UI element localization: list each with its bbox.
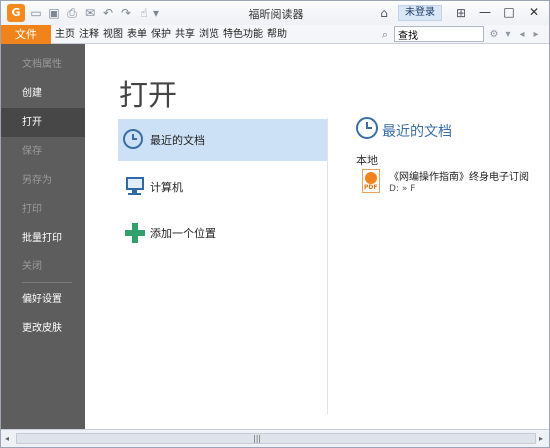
location-recent-documents[interactable]: 最近的文档	[118, 119, 328, 161]
sidebar-item-close: 关闭	[22, 261, 42, 272]
sidebar-item-batch-print[interactable]: 批量打印	[1, 224, 85, 253]
layout-grid-icon[interactable]: ⊞	[452, 4, 470, 22]
maximize-button[interactable]: □	[498, 3, 520, 22]
clock-icon	[356, 117, 378, 139]
page-title: 打开	[119, 78, 178, 112]
panel-divider	[327, 118, 328, 414]
gear-icon[interactable]: ⚙	[487, 27, 501, 42]
chevron-left-icon[interactable]: ◂	[515, 27, 529, 42]
sidebar-item-preferences[interactable]: 偏好设置	[1, 285, 85, 314]
computer-icon	[125, 177, 145, 197]
location-label: 计算机	[150, 181, 183, 194]
sidebar-item-create[interactable]: 创建	[1, 79, 85, 108]
document-path: D: » F	[389, 184, 416, 194]
recent-documents-heading: 最近的文档	[382, 124, 452, 140]
sidebar-item-document-properties: 文档属性	[22, 59, 62, 70]
sidebar-item-print: 打印	[22, 204, 42, 215]
sidebar-item-change-skin[interactable]: 更改皮肤	[1, 314, 85, 343]
location-label: 添加一个位置	[150, 227, 216, 240]
tab-form[interactable]: 表单	[125, 25, 149, 44]
backstage-sidebar: 文档属性 创建 打开 保存 另存为 打印 批量打印 关闭 偏好设置 更改皮肤	[1, 44, 85, 429]
redo-icon[interactable]: ↷	[118, 5, 134, 21]
tab-browse[interactable]: 浏览	[197, 25, 221, 44]
ribbon-tab-row: 文件 主页 注释 视图 表单 保护 共享 浏览 特色功能 帮助 ⌕ ⚙ ▾ ◂ …	[1, 25, 549, 44]
open-panel: 打开 最近的文档 计算机 添加一个位置 最近的文档 本地 PDF 《网编操作指南…	[85, 44, 549, 429]
minimize-button[interactable]: —	[474, 3, 496, 22]
location-computer[interactable]: 计算机	[118, 166, 328, 208]
save-icon[interactable]: ▣	[46, 5, 62, 21]
login-button[interactable]: 未登录	[398, 5, 442, 21]
home-icon[interactable]: ⌂	[375, 4, 393, 22]
pdf-icon: PDF	[362, 169, 380, 193]
app-window: G ▭ ▣ ⎙ ✉ ↶ ↷ ☝ ▾ 福昕阅读器 ⌂ 未登录 ⊞ — □ ✕ 文件…	[0, 0, 550, 448]
search-options-icon[interactable]: ⌕	[377, 27, 393, 42]
tab-features[interactable]: 特色功能	[221, 25, 265, 44]
quick-access-dropdown-icon[interactable]: ▾	[151, 5, 161, 21]
chevron-right-icon[interactable]: ▸	[529, 27, 543, 42]
tab-home[interactable]: 主页	[53, 25, 77, 44]
horizontal-scrollbar[interactable]: |||	[16, 433, 536, 444]
location-label: 最近的文档	[150, 134, 205, 147]
hand-tool-icon[interactable]: ☝	[136, 5, 152, 21]
plus-icon	[125, 223, 145, 243]
chevron-down-icon[interactable]: ▾	[501, 27, 515, 42]
scroll-grip-icon[interactable]: |||	[253, 434, 261, 443]
location-add-place[interactable]: 添加一个位置	[118, 212, 328, 254]
sidebar-item-save-as: 另存为	[22, 175, 52, 186]
scroll-left-icon[interactable]: ◂	[5, 433, 9, 444]
email-icon[interactable]: ✉	[82, 5, 98, 21]
tab-comment[interactable]: 注释	[77, 25, 101, 44]
window-title: 福昕阅读器	[248, 8, 304, 21]
tab-view[interactable]: 视图	[101, 25, 125, 44]
ribbon-menu: 主页 注释 视图 表单 保护 共享 浏览 特色功能 帮助	[53, 25, 289, 44]
tab-help[interactable]: 帮助	[265, 25, 289, 44]
clock-icon	[123, 129, 143, 149]
tab-file[interactable]: 文件	[1, 25, 51, 44]
scroll-right-icon[interactable]: ▸	[539, 433, 543, 444]
search-input[interactable]	[398, 27, 484, 41]
sidebar-item-open[interactable]: 打开	[1, 108, 85, 137]
app-logo-icon[interactable]: G	[7, 4, 25, 22]
document-name: 《网编操作指南》终身电子订阅	[389, 172, 529, 183]
tab-protect[interactable]: 保护	[149, 25, 173, 44]
sidebar-divider	[22, 282, 72, 283]
undo-icon[interactable]: ↶	[100, 5, 116, 21]
tab-share[interactable]: 共享	[173, 25, 197, 44]
open-folder-icon[interactable]: ▭	[28, 5, 44, 21]
close-button[interactable]: ✕	[523, 3, 545, 22]
search-field[interactable]	[394, 26, 484, 42]
status-bar: ◂ ||| ▸	[1, 429, 549, 447]
sidebar-item-save: 保存	[22, 146, 42, 157]
title-bar: G ▭ ▣ ⎙ ✉ ↶ ↷ ☝ ▾ 福昕阅读器 ⌂ 未登录 ⊞ — □ ✕	[1, 1, 549, 25]
print-icon[interactable]: ⎙	[64, 5, 80, 21]
recent-document-item[interactable]: PDF 《网编操作指南》终身电子订阅 D: » F	[362, 165, 549, 199]
